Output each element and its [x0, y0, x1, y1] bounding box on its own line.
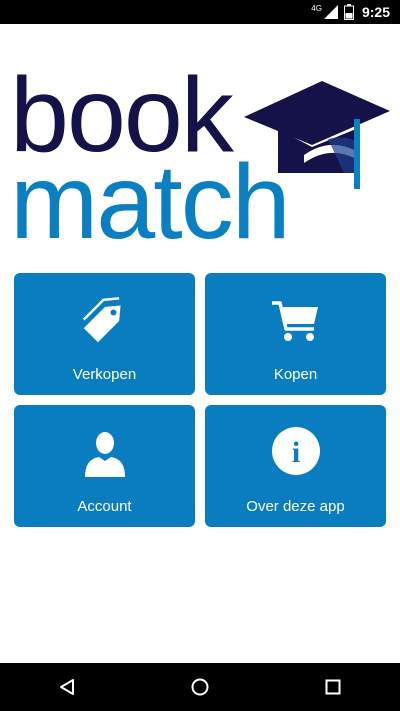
shopping-cart-icon [271, 301, 318, 341]
verkopen-button[interactable]: Verkopen [14, 273, 195, 395]
recents-icon [325, 679, 341, 695]
navigation-bar [0, 663, 400, 711]
tile-label: Kopen [273, 366, 318, 383]
app-logo: book match [0, 24, 400, 255]
over-deze-app-button[interactable]: i Over deze app [205, 405, 386, 527]
status-time: 9:25 [361, 4, 390, 20]
tile-label: Over deze app [246, 498, 345, 515]
back-icon [59, 679, 74, 695]
graduation-cap-icon [244, 81, 390, 189]
signal-icon [323, 5, 338, 19]
tile-label: Verkopen [72, 366, 137, 383]
account-button[interactable]: Account [14, 405, 195, 527]
back-button[interactable] [47, 667, 87, 707]
info-icon: i [271, 427, 320, 475]
status-bar: 4G 9:25 [0, 0, 400, 24]
main-menu: Verkopen Kopen Account i Over deze app [14, 273, 386, 527]
price-tag-icon [82, 297, 121, 343]
kopen-button[interactable]: Kopen [205, 273, 386, 395]
user-icon [84, 432, 125, 477]
tile-label: Account [77, 498, 132, 515]
svg-text:i: i [291, 436, 299, 469]
battery-icon [343, 4, 354, 20]
network-type: 4G [311, 3, 322, 13]
home-button[interactable] [180, 667, 220, 707]
home-icon [191, 678, 209, 696]
recents-button[interactable] [313, 667, 353, 707]
